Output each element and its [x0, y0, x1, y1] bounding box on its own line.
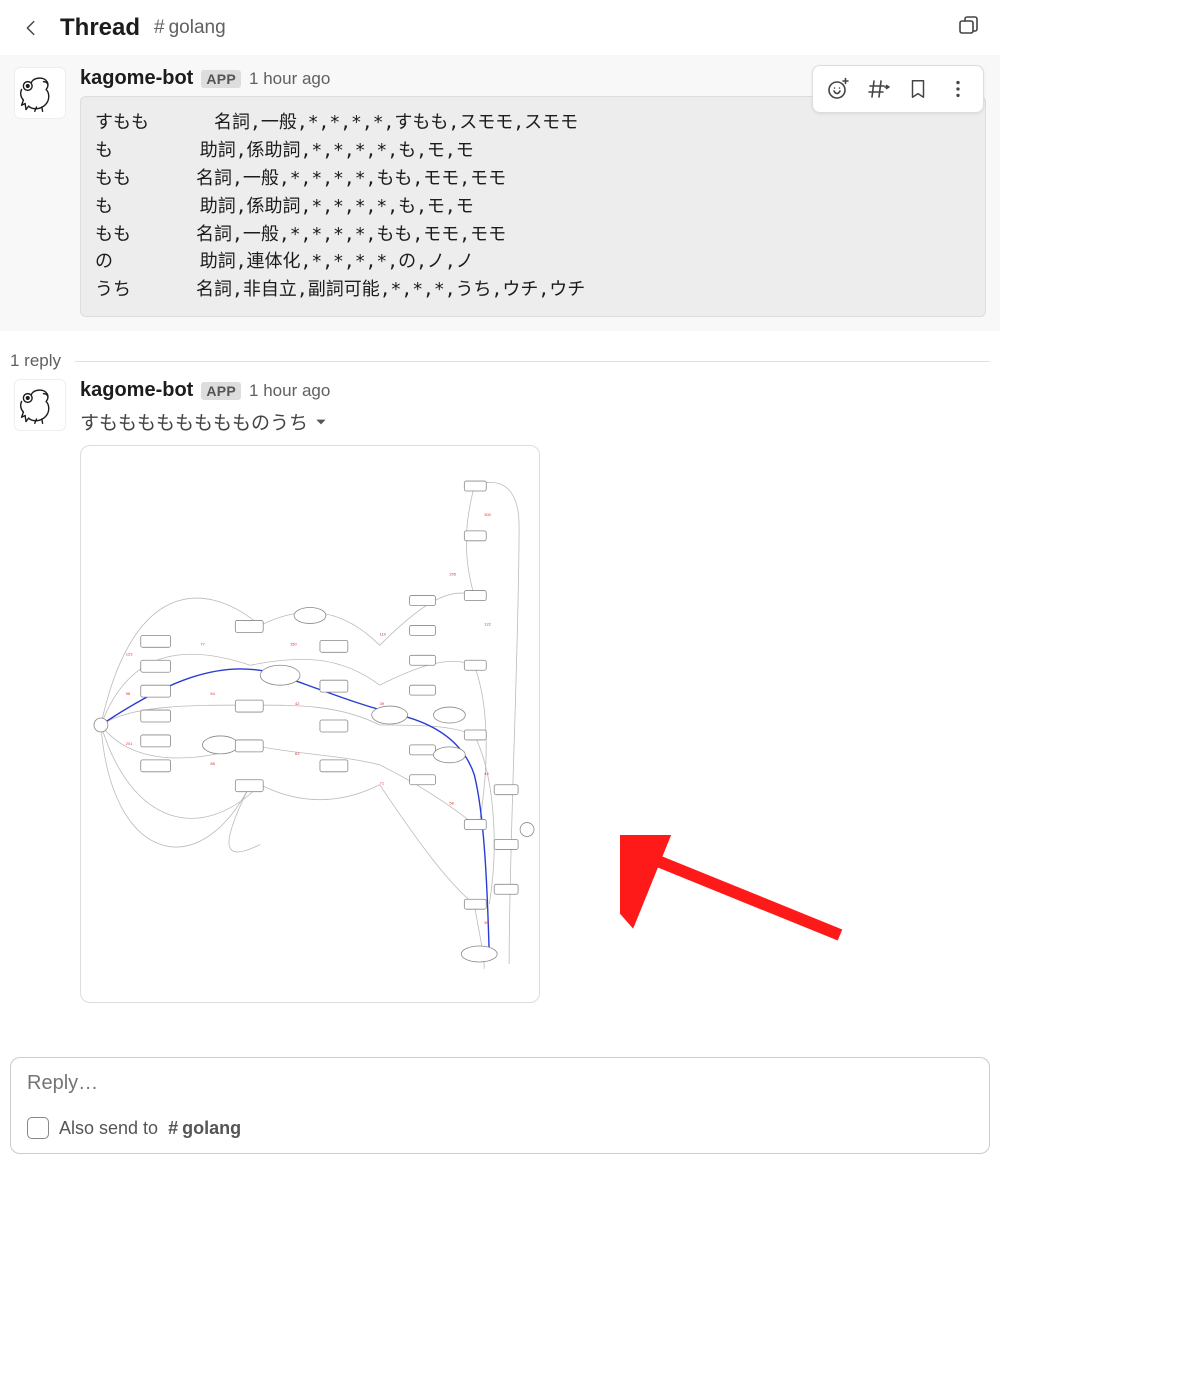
thread-header: Thread # golang: [0, 0, 1000, 55]
thread-title: Thread: [60, 14, 140, 42]
divider-line: [75, 361, 990, 362]
also-send-label: Also send to: [59, 1118, 158, 1139]
also-send-channel[interactable]: # golang: [168, 1118, 241, 1139]
bookmark-button[interactable]: [899, 70, 937, 108]
message-text-content: すもももももももものうち: [80, 408, 308, 435]
also-send-channel-name: golang: [182, 1118, 241, 1139]
reply-divider: 1 reply: [0, 331, 1000, 379]
also-send-checkbox[interactable]: [27, 1117, 49, 1139]
message-header: kagome-bot APP 1 hour ago: [80, 379, 986, 402]
open-in-window-button[interactable]: [952, 10, 984, 45]
reply-message: kagome-bot APP 1 hour ago すもももももももものうち: [0, 379, 1000, 1017]
app-badge: APP: [201, 70, 241, 88]
hash-icon: #: [154, 17, 165, 39]
lattice-graph-image: 123 98 201 77 54 88 150 42 63 110 39 71 205 58 30…: [81, 446, 539, 1002]
reply-composer[interactable]: Also send to # golang: [10, 1057, 990, 1154]
also-send-row: Also send to # golang: [27, 1117, 973, 1139]
add-reaction-button[interactable]: [819, 70, 857, 108]
svg-text:71: 71: [380, 781, 385, 786]
channel-name: golang: [169, 17, 226, 39]
channel-link[interactable]: # golang: [154, 17, 226, 39]
svg-text:90: 90: [484, 920, 489, 925]
code-block[interactable]: すもも 名詞,一般,*,*,*,*,すもも,スモモ,スモモ も 助詞,係助詞,*…: [80, 96, 986, 317]
open-window-icon: [956, 14, 980, 38]
app-badge: APP: [201, 382, 241, 400]
image-attachment[interactable]: 123 98 201 77 54 88 150 42 63 110 39 71 205 58 30…: [80, 445, 540, 1003]
author-name[interactable]: kagome-bot: [80, 67, 193, 90]
svg-text:77: 77: [200, 642, 204, 647]
svg-text:58: 58: [449, 801, 454, 806]
reply-input[interactable]: [27, 1072, 973, 1095]
svg-text:201: 201: [126, 741, 133, 746]
avatar[interactable]: [14, 379, 66, 431]
hash-icon: #: [168, 1118, 178, 1139]
avatar[interactable]: [14, 67, 66, 119]
bot-avatar-icon: [19, 384, 61, 426]
timestamp[interactable]: 1 hour ago: [249, 69, 330, 89]
chevron-down-icon[interactable]: [314, 415, 328, 429]
svg-text:54: 54: [210, 691, 215, 696]
reply-count: 1 reply: [10, 351, 61, 371]
add-reaction-icon: [826, 77, 850, 101]
share-channel-button[interactable]: [859, 70, 897, 108]
svg-text:39: 39: [380, 701, 385, 706]
author-name[interactable]: kagome-bot: [80, 379, 193, 402]
svg-text:123: 123: [126, 652, 133, 657]
svg-text:88: 88: [210, 761, 215, 766]
svg-text:98: 98: [126, 691, 131, 696]
timestamp[interactable]: 1 hour ago: [249, 381, 330, 401]
message: kagome-bot APP 1 hour ago すもも 名詞,一般,*,*,…: [0, 67, 1000, 317]
svg-text:110: 110: [380, 632, 387, 637]
more-icon: [947, 78, 969, 100]
composer: Also send to # golang: [0, 1057, 1000, 1164]
svg-text:44: 44: [484, 771, 489, 776]
svg-text:300: 300: [484, 512, 491, 517]
svg-text:63: 63: [295, 751, 300, 756]
back-button[interactable]: [16, 13, 46, 43]
bookmark-icon: [907, 78, 929, 100]
share-channel-icon: [866, 77, 890, 101]
back-icon: [20, 17, 42, 39]
bot-avatar-icon: [19, 72, 61, 114]
message-actions: [812, 65, 984, 113]
message-text: すもももももももものうち: [80, 408, 986, 435]
svg-text:150: 150: [290, 642, 297, 647]
more-actions-button[interactable]: [939, 70, 977, 108]
svg-text:42: 42: [295, 701, 299, 706]
svg-text:122: 122: [484, 622, 491, 627]
svg-text:205: 205: [449, 572, 456, 577]
root-message: kagome-bot APP 1 hour ago すもも 名詞,一般,*,*,…: [0, 55, 1000, 331]
